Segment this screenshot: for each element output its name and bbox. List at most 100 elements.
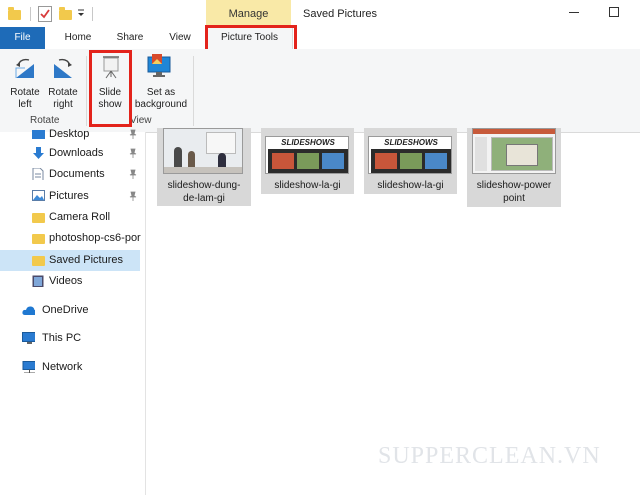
- nav-item-camera-roll[interactable]: Camera Roll: [0, 207, 140, 228]
- desk: [164, 167, 242, 173]
- nav-label: Saved Pictures: [49, 254, 123, 266]
- minimize-button[interactable]: [566, 4, 582, 20]
- nav-label: This PC: [42, 332, 82, 344]
- nav-label: Camera Roll: [49, 211, 111, 223]
- video-icon: [32, 275, 44, 287]
- nav-label: Desktop: [49, 128, 90, 140]
- banner-text: SLIDESHOWS: [384, 138, 438, 147]
- nav-item-this-pc[interactable]: This PC: [0, 328, 140, 349]
- slide-show-highlight-box: [89, 50, 132, 127]
- set-background-icon: [147, 54, 171, 77]
- film-strip: [268, 149, 348, 173]
- film-frame: [322, 153, 344, 169]
- maximize-button[interactable]: [606, 4, 622, 20]
- nav-item-saved-pictures[interactable]: Saved Pictures: [0, 250, 140, 271]
- file-name: slideshow-la-gi: [274, 180, 341, 191]
- file-name-line-2: de-lam-gi: [183, 193, 225, 204]
- nav-item-documents[interactable]: Documents: [0, 164, 140, 185]
- file-tile[interactable]: slideshow-power point: [467, 128, 561, 207]
- tab-share[interactable]: Share: [108, 27, 152, 49]
- rotate-left-label-1: Rotate: [10, 87, 40, 98]
- cloud-icon: [22, 306, 35, 315]
- picture-icon: [32, 190, 45, 201]
- folder-icon: [32, 213, 45, 223]
- rotate-right-icon: [54, 58, 72, 78]
- rotate-right-button[interactable]: Rotate right: [45, 54, 81, 112]
- rotate-right-label-2: right: [53, 99, 73, 110]
- customize-toolbar-icon[interactable]: [77, 8, 85, 18]
- nav-item-pictures[interactable]: Pictures: [0, 186, 140, 207]
- pin-icon: [129, 129, 137, 139]
- file-thumbnail-powerpoint: [472, 128, 556, 174]
- ppt-titlebar: [473, 129, 555, 134]
- rotate-left-label-2: left: [18, 99, 32, 110]
- set-as-background-button[interactable]: Set as background: [133, 54, 189, 112]
- nav-label: Pictures: [49, 190, 89, 202]
- file-tile[interactable]: SLIDESHOWS slideshow-la-gi: [364, 128, 457, 194]
- nav-item-photoshop-folder[interactable]: photoshop-cs6-por: [0, 228, 141, 249]
- ppt-slide-panel: [475, 137, 487, 171]
- film-frame: [375, 153, 397, 169]
- banner-text: SLIDESHOWS: [281, 138, 335, 147]
- nav-label: Downloads: [49, 147, 104, 159]
- folder-icon: [32, 256, 45, 266]
- folder-icon[interactable]: [8, 7, 21, 20]
- pin-icon: [129, 148, 137, 158]
- film-frame: [272, 153, 294, 169]
- manage-context-label: Manage: [228, 8, 269, 20]
- ppt-slide: [491, 137, 553, 171]
- nav-item-downloads[interactable]: Downloads: [0, 143, 140, 164]
- window-title: Saved Pictures: [303, 8, 377, 20]
- film-frame: [425, 153, 447, 169]
- tab-view[interactable]: View: [158, 27, 202, 49]
- nav-item-desktop[interactable]: Desktop: [0, 124, 140, 145]
- toolbar-separator: [92, 7, 93, 21]
- rotate-right-label-1: Rotate: [48, 87, 78, 98]
- nav-item-videos[interactable]: Videos: [0, 271, 140, 292]
- pin-icon: [129, 169, 137, 179]
- nav-label: OneDrive: [42, 304, 89, 316]
- rotate-left-button[interactable]: Rotate left: [6, 54, 44, 112]
- quick-access-toolbar: [0, 0, 100, 27]
- film-strip: [371, 149, 451, 173]
- watermark: SUPPERCLEAN.VN: [378, 443, 601, 469]
- file-name-line-1: slideshow-dung-: [167, 180, 241, 191]
- new-folder-icon[interactable]: [59, 7, 72, 20]
- computer-icon: [22, 332, 35, 344]
- nav-label: photoshop-cs6-por: [49, 232, 141, 244]
- download-arrow-icon: [33, 147, 44, 159]
- nav-label: Network: [42, 361, 83, 373]
- document-icon: [32, 168, 44, 180]
- file-thumbnail-classroom: [163, 128, 243, 174]
- tab-home[interactable]: Home: [56, 27, 100, 49]
- toolbar-separator: [30, 7, 31, 21]
- projector-screen: [206, 132, 236, 154]
- file-tile[interactable]: slideshow-dung- de-lam-gi: [157, 128, 251, 206]
- properties-checkmark-icon[interactable]: [38, 6, 52, 22]
- file-name-line-2: point: [503, 193, 525, 204]
- rotate-left-icon: [15, 58, 34, 78]
- film-frame: [400, 153, 422, 169]
- person-figure: [188, 151, 195, 167]
- nav-label: Documents: [49, 168, 105, 180]
- folder-icon: [32, 234, 45, 244]
- set-background-label-1: Set as: [146, 87, 176, 98]
- nav-item-onedrive[interactable]: OneDrive: [0, 300, 140, 321]
- network-icon: [22, 361, 35, 373]
- file-tile[interactable]: SLIDESHOWS slideshow-la-gi: [261, 128, 354, 194]
- file-name-line-1: slideshow-power: [476, 180, 552, 191]
- nav-label: Videos: [49, 275, 83, 287]
- desktop-icon: [32, 130, 45, 139]
- ribbon-group-separator: [193, 56, 194, 126]
- file-thumbnail-slideshows: SLIDESHOWS: [368, 136, 452, 174]
- film-frame: [297, 153, 319, 169]
- nav-item-network[interactable]: Network: [0, 357, 140, 378]
- file-thumbnail-slideshows: SLIDESHOWS: [265, 136, 349, 174]
- set-background-label-2: background: [134, 99, 188, 110]
- pin-icon: [129, 191, 137, 201]
- ribbon-group-separator: [86, 56, 87, 126]
- ppt-slide-photo: [506, 144, 538, 166]
- person-figure: [174, 147, 182, 167]
- file-name: slideshow-la-gi: [377, 180, 444, 191]
- tab-file[interactable]: File: [0, 27, 45, 49]
